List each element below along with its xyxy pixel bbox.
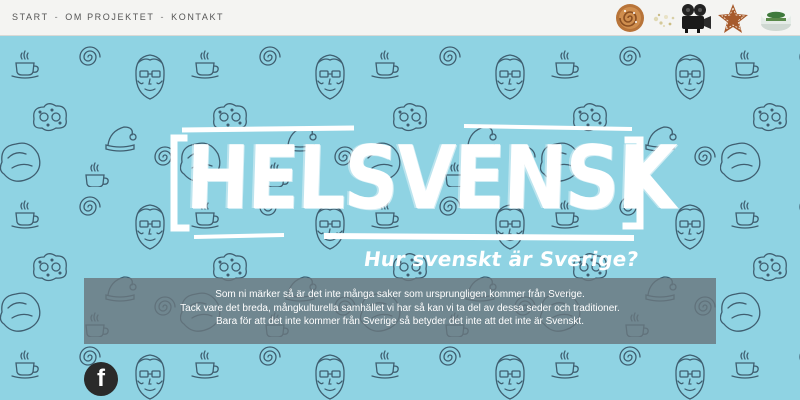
intro-line-3: Bara för att det inte kommer från Sverig… [216,316,584,327]
nav-om-projektet-link[interactable]: OM PROJEKTET [65,12,154,22]
gingerbread-star-thumb[interactable] [716,3,750,35]
intro-line-1: Som ni märker så är det inte många saker… [215,289,585,300]
snus-tin-thumb[interactable] [758,4,794,34]
facebook-icon[interactable]: f [84,362,118,396]
nav-separator: - [54,12,60,22]
cinnamon-bun-thumb[interactable] [614,2,646,34]
nav-kontakt-link[interactable]: KONTAKT [171,12,224,22]
helsvensk-logo: HELSVENSK [164,120,677,248]
hero: HELSVENSK Hur svenskt är Sverige? Som ni… [0,37,800,400]
facebook-glyph: f [97,365,105,392]
nav-separator: - [160,12,166,22]
thumbnail-links [612,1,798,35]
film-camera-thumb[interactable] [678,2,712,34]
nav-start-link[interactable]: START [12,12,49,22]
intro-line-2: Tack vare det breda, mångkulturella samh… [180,302,620,314]
logo-text: HELSVENSK [184,126,677,229]
crumbs-thumb[interactable] [648,5,678,33]
intro-text-box: Som ni märker så är det inte många saker… [84,278,716,344]
main-nav: START - OM PROJEKTET - KONTAKT [12,12,224,22]
subtitle: Hur svenskt är Sverige? [362,247,641,271]
top-bar: START - OM PROJEKTET - KONTAKT [0,0,800,36]
